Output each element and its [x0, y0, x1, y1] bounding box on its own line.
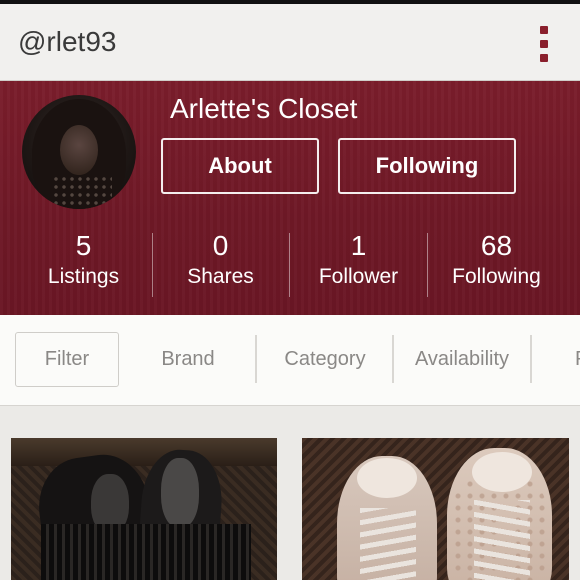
stat-listings-label: Listings — [47, 265, 120, 288]
about-button[interactable]: About — [161, 138, 319, 194]
stat-shares[interactable]: 0 Shares — [152, 229, 289, 291]
profile-banner: Arlette's Closet About Following 5 Listi… — [0, 81, 580, 315]
stat-shares-label: Shares — [187, 265, 254, 288]
closet-username: @rlet93 — [18, 26, 117, 57]
listing-item-sandals[interactable] — [11, 438, 277, 580]
filter-button[interactable]: Filter — [15, 332, 119, 387]
profile-stats: 5 Listings 0 Shares 1 Follower 68 Follow… — [0, 229, 580, 299]
stat-listings[interactable]: 5 Listings — [15, 229, 152, 291]
stat-following[interactable]: 68 Following — [428, 229, 565, 291]
stat-followers-count: 1 — [350, 230, 367, 261]
filter-divider — [255, 335, 257, 383]
filter-tab-brand[interactable]: Brand — [122, 332, 254, 387]
stat-followers[interactable]: 1 Follower — [290, 229, 427, 291]
filter-tab-category[interactable]: Category — [258, 332, 392, 387]
app-header: @rlet93 — [0, 4, 580, 81]
stat-followers-label: Follower — [318, 265, 399, 288]
filter-divider — [530, 335, 532, 383]
following-button[interactable]: Following — [338, 138, 516, 194]
stat-following-count: 68 — [480, 230, 513, 261]
overflow-menu-icon[interactable] — [528, 24, 558, 64]
stat-shares-count: 0 — [212, 230, 229, 261]
listing-item-sneakers[interactable] — [302, 438, 569, 580]
closet-name: Arlette's Closet — [170, 93, 358, 124]
filter-bar: Filter Brand Category Availability P — [0, 315, 580, 406]
avatar[interactable] — [22, 95, 136, 209]
stat-listings-count: 5 — [75, 230, 92, 261]
listing-grid — [0, 406, 580, 580]
filter-tab-price[interactable]: P — [533, 332, 580, 387]
stat-following-label: Following — [452, 265, 541, 288]
filter-tab-availability[interactable]: Availability — [394, 332, 530, 387]
